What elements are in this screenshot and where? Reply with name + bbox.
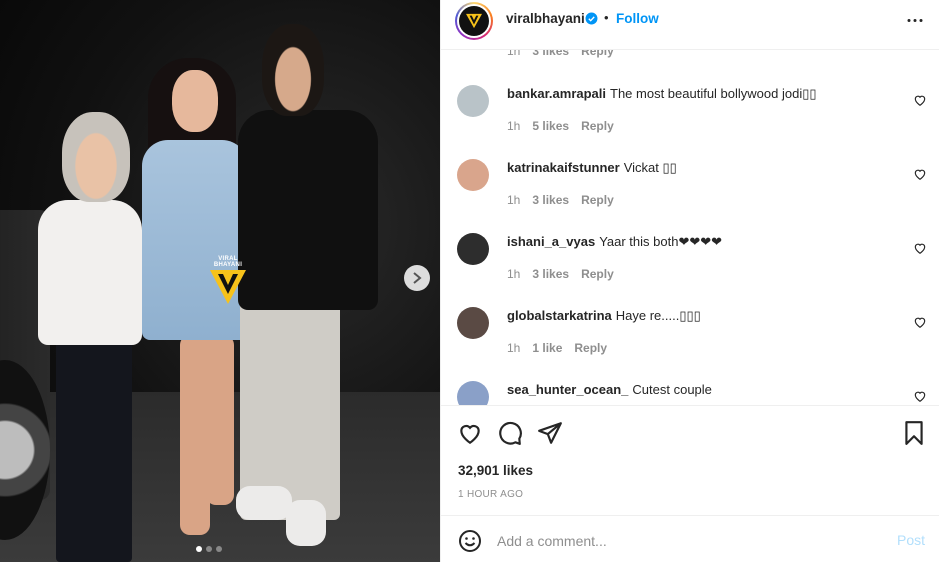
comment-item: katrinakaifstunner Vickat ▯▯ 1h 3 likes R…	[441, 154, 939, 228]
avatar[interactable]	[457, 85, 489, 117]
person-1-legs	[56, 335, 132, 562]
more-options-button[interactable]	[903, 10, 927, 30]
carousel-indicator	[196, 546, 222, 552]
comment-username[interactable]: katrinakaifstunner	[507, 160, 620, 175]
separator-dot: •	[604, 10, 609, 25]
avatar[interactable]	[457, 233, 489, 265]
reply-button[interactable]: Reply	[581, 119, 614, 133]
person-2-head	[172, 70, 218, 132]
avatar[interactable]	[457, 381, 489, 405]
post-comment-button[interactable]: Post	[897, 532, 925, 548]
comment-username[interactable]: sea_hunter_ocean_	[507, 382, 628, 397]
avatar[interactable]	[457, 307, 489, 339]
comment-text: Cutest couple	[632, 382, 712, 397]
person-3-shoe	[236, 486, 292, 520]
reply-button[interactable]: Reply	[574, 341, 607, 355]
comment-time: 1h	[507, 267, 521, 281]
likes-count[interactable]: 32,901 likes	[458, 463, 533, 478]
heart-icon[interactable]	[913, 167, 927, 181]
comment-time: 1h	[507, 119, 521, 133]
v-logo-icon	[210, 270, 246, 304]
post-side-panel: 1h 3 likes Reply bankar.amrapali The most…	[440, 0, 939, 562]
watermark-text: VIRAL BHAYANI	[213, 256, 243, 268]
comment-username[interactable]: globalstarkatrina	[507, 308, 612, 323]
emoji-icon[interactable]	[458, 529, 482, 553]
heart-icon[interactable]	[913, 241, 927, 255]
chevron-right-icon	[413, 272, 422, 284]
comment-meta: 1h 3 likes Reply	[507, 267, 614, 281]
comment-likes[interactable]: 1 like	[532, 341, 562, 355]
heart-icon[interactable]	[913, 315, 927, 329]
more-horizontal-icon	[907, 18, 923, 22]
carousel-next-button[interactable]	[404, 265, 430, 291]
comment-meta: 1h 1 like Reply	[507, 341, 607, 355]
person-3-body	[238, 110, 378, 310]
post-photo[interactable]: VIRAL BHAYANI	[0, 0, 440, 562]
comment-meta: 1h 3 likes Reply	[507, 193, 614, 207]
header-username[interactable]: viralbhayani	[506, 11, 585, 26]
post-actions: 32,901 likes 1 HOUR AGO	[441, 405, 939, 515]
carousel-dot	[216, 546, 222, 552]
comment-text: The most beautiful bollywood jodi▯▯	[610, 86, 817, 101]
comment-icon[interactable]	[497, 420, 523, 446]
comment-likes[interactable]: 5 likes	[532, 119, 569, 133]
post-timestamp[interactable]: 1 HOUR AGO	[458, 489, 523, 500]
comment-likes[interactable]: 3 likes	[532, 267, 569, 281]
add-comment-bar: Post	[441, 515, 939, 562]
follow-button[interactable]: Follow	[616, 11, 659, 26]
comment-username[interactable]: ishani_a_vyas	[507, 234, 595, 249]
post-header: viralbhayani • Follow	[441, 0, 939, 50]
comment-time: 1h	[507, 341, 521, 355]
comment-meta: 1h 5 likes Reply	[507, 119, 614, 133]
comment-item: ishani_a_vyas Yaar this both❤❤❤❤ 1h 3 lik…	[441, 228, 939, 302]
instagram-post-modal: VIRAL BHAYANI 1h 3 likes Reply bankar.am…	[0, 0, 939, 562]
verified-badge-icon	[585, 12, 598, 25]
person-3-shoe	[286, 500, 326, 546]
comment-likes[interactable]: 3 likes	[532, 193, 569, 207]
carousel-dot	[206, 546, 212, 552]
comment-username[interactable]: bankar.amrapali	[507, 86, 606, 101]
bookmark-icon[interactable]	[901, 420, 927, 446]
v-logo-icon	[459, 6, 489, 36]
comment-time: 1h	[507, 193, 521, 207]
heart-icon[interactable]	[913, 389, 927, 403]
person-2-leg	[206, 335, 234, 505]
carousel-dot	[196, 546, 202, 552]
comment-item: globalstarkatrina Haye re.....▯▯▯ 1h 1 li…	[441, 302, 939, 376]
share-icon[interactable]	[537, 420, 563, 446]
reply-button[interactable]: Reply	[581, 267, 614, 281]
comment-text: Haye re.....▯▯▯	[615, 308, 701, 323]
comment-item: sea_hunter_ocean_ Cutest couple	[441, 376, 939, 405]
person-2-body	[142, 140, 248, 340]
profile-avatar[interactable]	[455, 2, 493, 40]
comment-item: bankar.amrapali The most beautiful bollyw…	[441, 80, 939, 154]
avatar[interactable]	[457, 159, 489, 191]
person-1-head	[62, 112, 130, 202]
comment-text: Yaar this both❤❤❤❤	[599, 234, 723, 249]
reply-button[interactable]: Reply	[581, 193, 614, 207]
watermark-logo: VIRAL BHAYANI	[206, 256, 250, 309]
comment-text: Vickat ▯▯	[623, 160, 677, 175]
comments-list[interactable]: 1h 3 likes Reply bankar.amrapali The most…	[441, 0, 939, 405]
heart-icon[interactable]	[913, 93, 927, 107]
person-3-head	[262, 24, 324, 116]
heart-icon[interactable]	[457, 420, 483, 446]
comment-input[interactable]	[497, 529, 877, 553]
person-1-body	[38, 200, 142, 345]
